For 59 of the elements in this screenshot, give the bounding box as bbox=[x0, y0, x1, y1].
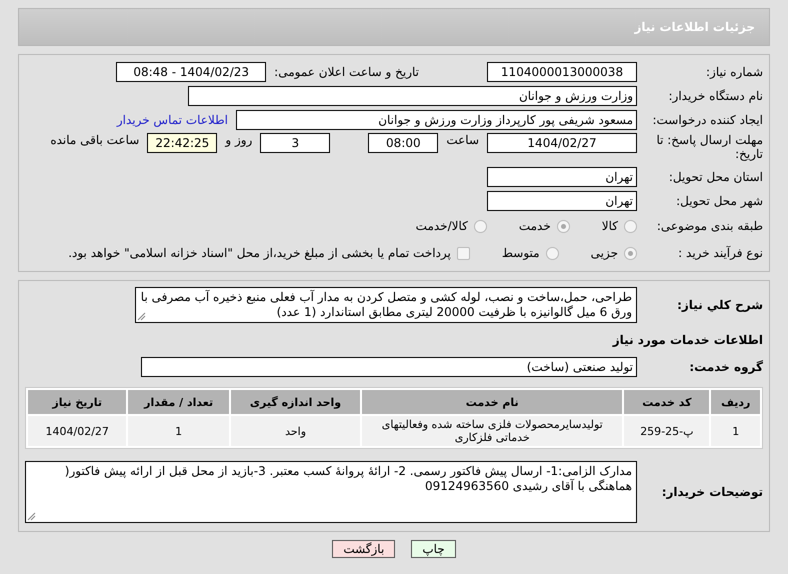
field-label: گروه خدمت: bbox=[688, 360, 763, 374]
table-cell: تولیدسایرمحصولات فلزی ساخته شده وفعالیتهای خدماتی فلزکاری bbox=[362, 416, 622, 446]
resize-grip-icon bbox=[27, 512, 36, 521]
page-title: جزئیات اطلاعات نیاز bbox=[634, 20, 755, 34]
city-field: تهران bbox=[487, 190, 637, 210]
table-cell: 1 bbox=[128, 416, 229, 446]
option-label: کالا bbox=[602, 219, 618, 233]
field-label: روز و bbox=[225, 133, 252, 147]
table-cell: 1404/02/27 bbox=[28, 416, 126, 446]
print-button[interactable]: چاپ bbox=[411, 540, 456, 558]
radio-button[interactable] bbox=[474, 220, 487, 232]
column-header: ردیف bbox=[711, 390, 760, 414]
section-heading: اطلاعات خدمات مورد نياز bbox=[612, 332, 763, 346]
column-header: نام خدمت bbox=[362, 390, 622, 414]
buyer-org-field: وزارت ورزش و جوانان bbox=[188, 86, 637, 106]
column-header: تاریخ نیاز bbox=[28, 390, 126, 414]
column-header: واحد اندازه گیری bbox=[230, 390, 360, 414]
table-cell: واحد bbox=[230, 416, 360, 446]
checkbox[interactable] bbox=[456, 246, 470, 260]
deadline-date-field: 1404/02/27 bbox=[487, 133, 637, 153]
radio-button[interactable] bbox=[556, 220, 570, 232]
field-label: مهلت ارسال پاسخ: تا تاریخ: bbox=[655, 133, 763, 161]
column-header: تعداد / مقدار bbox=[128, 390, 229, 414]
field-label: استان محل تحویل: bbox=[668, 170, 763, 184]
field-label: شهر محل تحویل: bbox=[675, 194, 763, 208]
resize-grip-icon bbox=[137, 312, 146, 321]
option-label: کالا/خدمت bbox=[416, 219, 468, 233]
field-label: نام دستگاه خریدار: bbox=[668, 88, 763, 102]
column-header: کد خدمت bbox=[624, 390, 710, 414]
field-label: نوع فرآیند خرید : bbox=[677, 246, 763, 260]
field-label: ساعت باقی مانده bbox=[50, 133, 140, 147]
option-label: جزیی bbox=[590, 246, 618, 260]
table-cell: پ-25-259 bbox=[624, 416, 710, 446]
remaining-time-field: 22:42:25 bbox=[147, 133, 218, 153]
option-label: خدمت bbox=[518, 219, 551, 233]
description-field[interactable]: طراحی، حمل،ساخت و نصب، لوله کشی و متصل کردن به مدار آب فعلی منبع ذخیره آب مصرفی با ورق 6 میل گالوانیزه با ظرفیت 20000 لیتری مطابق استاندارد (1 عدد) bbox=[135, 287, 637, 323]
field-label: توضیحات خریدار: bbox=[660, 485, 763, 499]
days-field: 3 bbox=[260, 133, 330, 153]
deadline-time-field: 08:00 bbox=[368, 133, 438, 153]
province-field: تهران bbox=[487, 166, 637, 186]
radio-button[interactable] bbox=[546, 246, 559, 260]
field-label: طبقه بندی موضوعی: bbox=[656, 219, 763, 233]
buyer-contact-link[interactable]: اطلاعات تماس خریدار bbox=[116, 112, 228, 126]
checkbox-label: پرداخت تمام یا بخشی از مبلغ خرید،از محل "اسناد خزانه اسلامی" خواهد بود. bbox=[68, 246, 451, 260]
buyer-notes-field[interactable]: مدارک الزامی:1- ارسال پیش فاکتور رسمی. 2- ارائۀ پروانۀ کسب معتبر. 3-بازید از محل قبل از ارائه پیش فاکتور( هماهنگی با آقای رشیدی 09124963560 bbox=[25, 461, 637, 523]
need-number-field: 1104000013000038 bbox=[487, 62, 637, 82]
field-label: تاریخ و ساعت اعلان عمومی: bbox=[274, 64, 419, 78]
announce-date-field: 1404/02/23 - 08:48 bbox=[116, 62, 266, 82]
radio-button[interactable] bbox=[624, 246, 637, 260]
field-label: ایجاد کننده درخواست: bbox=[651, 112, 763, 126]
field-label: شماره نیاز: bbox=[705, 64, 763, 78]
radio-button[interactable] bbox=[624, 220, 637, 232]
field-label: شرح کلي نياز: bbox=[676, 298, 763, 312]
back-button[interactable]: بازگشت bbox=[332, 540, 396, 558]
option-label: متوسط bbox=[502, 246, 540, 260]
service-group-field: تولید صنعتی (ساخت) bbox=[141, 356, 637, 376]
table-cell: 1 bbox=[711, 416, 760, 446]
field-label: ساعت bbox=[446, 133, 479, 147]
requester-field: مسعود شریفی پور کارپرداز وزارت ورزش و جوانان bbox=[236, 110, 637, 130]
